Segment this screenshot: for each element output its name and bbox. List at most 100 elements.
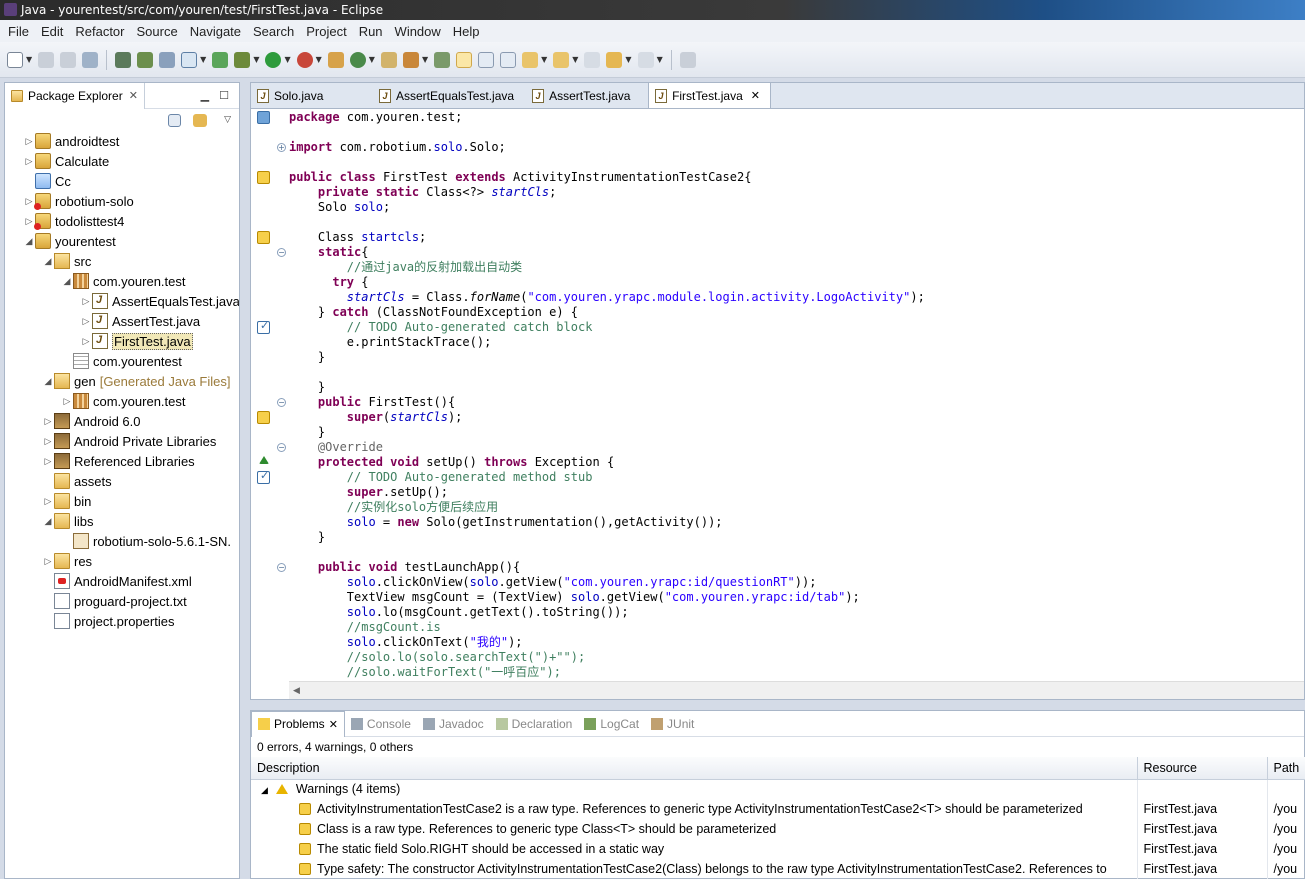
code-line[interactable]: @Override [289, 440, 1304, 455]
code-line[interactable]: protected void setUp() throws Exception … [289, 455, 1304, 470]
mark-occurrences-icon[interactable] [456, 51, 473, 68]
tree-item[interactable]: ▷ todolisttest4 [5, 211, 239, 231]
menu-file[interactable]: File [2, 24, 35, 39]
tab-problems[interactable]: Problems ✕ [251, 710, 345, 737]
collapsed-arrow-icon[interactable]: ▷ [61, 396, 73, 407]
close-icon[interactable]: ✕ [129, 89, 138, 102]
code-line[interactable]: Class startcls; [289, 230, 1304, 245]
tab-declaration[interactable]: Declaration [490, 711, 579, 737]
tree-item[interactable]: ◢ libs [5, 511, 239, 531]
expand-fold-icon[interactable]: + [277, 143, 286, 152]
tree-item[interactable]: ▷ androidtest [5, 131, 239, 151]
tree-item[interactable]: ▷ AssertEqualsTest.java [5, 291, 239, 311]
save-icon[interactable] [38, 51, 55, 68]
table-row[interactable]: ActivityInstrumentationTestCase2 is a ra… [251, 799, 1305, 819]
collapsed-arrow-icon[interactable]: ▷ [23, 156, 35, 167]
code-line[interactable]: package com.youren.test; [289, 110, 1304, 125]
tree-item[interactable]: proguard-project.txt [5, 591, 239, 611]
link-with-editor-icon[interactable] [193, 113, 208, 127]
tree-item[interactable]: assets [5, 471, 239, 491]
close-icon[interactable]: ✕ [751, 89, 760, 102]
block-selection-icon[interactable] [478, 51, 495, 68]
code-line[interactable]: } [289, 380, 1304, 395]
code-line[interactable]: //solo.waitForText("一呼百应"); [289, 665, 1304, 680]
expanded-arrow-icon[interactable]: ◢ [23, 236, 35, 247]
collapsed-arrow-icon[interactable]: ▷ [80, 336, 92, 347]
warning-icon[interactable] [257, 231, 270, 244]
code-line[interactable]: // TODO Auto-generated method stub [289, 470, 1304, 485]
column-header-resource[interactable]: Resource [1137, 757, 1268, 780]
close-icon[interactable]: ✕ [329, 718, 338, 731]
code-line[interactable]: static{ [289, 245, 1304, 260]
tab-console[interactable]: Console [345, 711, 417, 737]
tree-item[interactable]: com.yourentest [5, 351, 239, 371]
editor-tab[interactable]: J Solo.java [251, 83, 371, 108]
view-menu-icon[interactable]: ▽ [224, 115, 231, 125]
next-annotation-icon[interactable] [522, 51, 539, 68]
collapsed-arrow-icon[interactable]: ▷ [42, 496, 54, 507]
tree-item[interactable]: ▷ robotium-solo [5, 191, 239, 211]
new-android-project-icon[interactable] [212, 51, 229, 68]
android-sdk-manager-icon[interactable] [115, 51, 132, 68]
menu-run[interactable]: Run [353, 24, 389, 39]
code-line[interactable] [289, 155, 1304, 170]
code-line[interactable]: public void testLaunchApp(){ [289, 560, 1304, 575]
code-line[interactable]: public FirstTest(){ [289, 395, 1304, 410]
minimize-icon[interactable]: ▁ [201, 89, 209, 102]
code-line[interactable]: solo.lo(msgCount.getText().toString()); [289, 605, 1304, 620]
expanded-arrow-icon[interactable]: ◢ [42, 256, 54, 267]
code-line[interactable] [289, 215, 1304, 230]
collapse-fold-icon[interactable]: − [277, 443, 286, 452]
new-icon[interactable] [7, 51, 23, 68]
expanded-arrow-icon[interactable]: ◢ [42, 376, 54, 387]
tab-javadoc[interactable]: Javadoc [417, 711, 490, 737]
code-line[interactable]: //通过java的反射加载出自动类 [289, 260, 1304, 275]
menu-refactor[interactable]: Refactor [69, 24, 130, 39]
collapsed-arrow-icon[interactable]: ▷ [42, 416, 54, 427]
tree-item[interactable]: project.properties [5, 611, 239, 631]
menu-navigate[interactable]: Navigate [184, 24, 247, 39]
checklist-icon[interactable] [181, 51, 198, 68]
new-java-package-icon[interactable] [327, 51, 344, 68]
code-line[interactable]: } [289, 425, 1304, 440]
show-whitespace-icon[interactable] [500, 51, 517, 68]
table-row[interactable]: The static field Solo.RIGHT should be ac… [251, 839, 1305, 859]
code-line[interactable]: //solo.lo(solo.searchText(")+""); [289, 650, 1304, 665]
code-line[interactable]: e.printStackTrace(); [289, 335, 1304, 350]
code-line[interactable]: public class FirstTest extends ActivityI… [289, 170, 1304, 185]
tree-item[interactable]: ▷ Android Private Libraries [5, 431, 239, 451]
tree-item[interactable]: ◢ com.youren.test [5, 271, 239, 291]
warnings-group-row[interactable]: ◢ Warnings (4 items) [251, 779, 1305, 799]
tree-item[interactable]: robotium-solo-5.6.1-SN. [5, 531, 239, 551]
forward-icon[interactable] [637, 51, 654, 68]
code-line[interactable]: } [289, 350, 1304, 365]
tree-item[interactable]: ◢ yourentest [5, 231, 239, 251]
warning-icon[interactable] [257, 171, 270, 184]
code-line[interactable]: //实例化solo方便后续应用 [289, 500, 1304, 515]
collapse-fold-icon[interactable]: − [277, 248, 286, 257]
menu-source[interactable]: Source [131, 24, 184, 39]
code-line[interactable]: private static Class<?> startCls; [289, 185, 1304, 200]
tab-junit[interactable]: JUnit [645, 711, 700, 737]
code-line[interactable] [289, 545, 1304, 560]
search-icon[interactable] [402, 51, 419, 68]
code-line[interactable]: TextView msgCount = (TextView) solo.getV… [289, 590, 1304, 605]
debug-icon[interactable] [234, 51, 251, 68]
collapsed-arrow-icon[interactable]: ▷ [23, 136, 35, 147]
menu-edit[interactable]: Edit [35, 24, 69, 39]
code-line[interactable]: startCls = Class.forName("com.youren.yra… [289, 290, 1304, 305]
expanded-arrow-icon[interactable]: ◢ [42, 516, 54, 527]
print-icon[interactable] [82, 51, 99, 68]
tree-item[interactable]: ◢ src [5, 251, 239, 271]
collapsed-arrow-icon[interactable]: ▷ [80, 296, 92, 307]
pin-editor-icon[interactable] [679, 51, 696, 68]
code-line[interactable]: solo = new Solo(getInstrumentation(),get… [289, 515, 1304, 530]
back-icon[interactable] [606, 51, 623, 68]
column-header-description[interactable]: Description [251, 757, 1138, 780]
override-icon[interactable] [259, 456, 269, 464]
tree-item[interactable]: Cc [5, 171, 239, 191]
code-line[interactable] [289, 365, 1304, 380]
collapse-fold-icon[interactable]: − [277, 563, 286, 572]
editor-tab[interactable]: J AssertEqualsTest.java [373, 83, 524, 108]
collapsed-arrow-icon[interactable]: ▷ [80, 316, 92, 327]
